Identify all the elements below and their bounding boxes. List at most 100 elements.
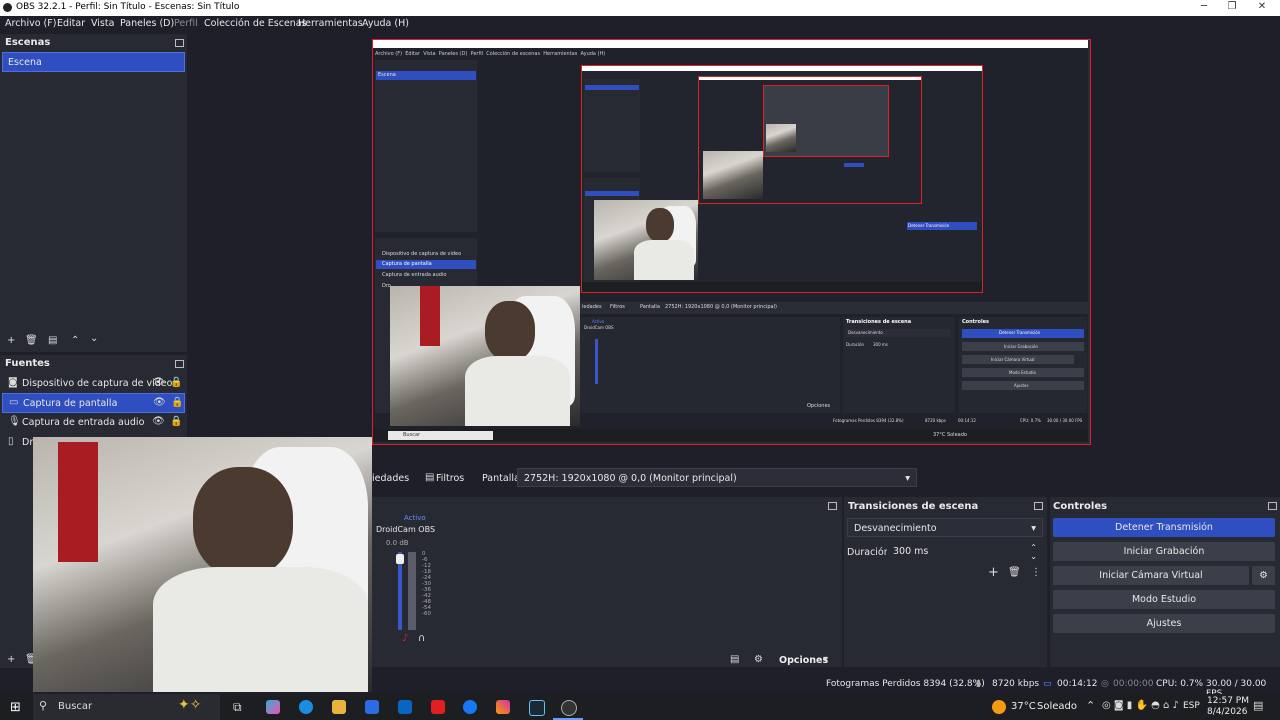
file-explorer-icon[interactable] bbox=[332, 700, 346, 714]
lock-icon[interactable]: 🔒 bbox=[170, 417, 182, 427]
eye-icon[interactable]: 👁 bbox=[153, 398, 166, 408]
source-item-screen[interactable]: ▭ Captura de pantalla 👁 🔒 bbox=[2, 393, 185, 413]
undock-icon[interactable] bbox=[1034, 502, 1043, 510]
webcam-capture bbox=[33, 437, 372, 692]
sparkle-icon: ✦✧ bbox=[178, 697, 202, 713]
search-icon: ⚲ bbox=[39, 699, 48, 712]
undock-icon[interactable] bbox=[1268, 502, 1277, 510]
outlook-icon[interactable] bbox=[398, 700, 412, 714]
tab-filters[interactable]: Filtros bbox=[436, 473, 464, 484]
menu-coleccion-escenas[interactable]: Colección de Escenas bbox=[204, 18, 307, 29]
menu-herramientas[interactable]: Herramientas bbox=[298, 18, 363, 29]
store-icon[interactable] bbox=[365, 700, 379, 714]
source-label: Dispositivo de captura de video bbox=[22, 378, 173, 389]
scene-item[interactable]: Escena bbox=[2, 52, 185, 72]
lock-icon[interactable]: 🔒 bbox=[170, 378, 182, 388]
instagram-icon[interactable] bbox=[496, 700, 510, 714]
scene-item-label: Escena bbox=[8, 57, 42, 68]
more-icon[interactable]: ⋮ bbox=[1031, 568, 1041, 578]
gear-icon[interactable]: ⚙ bbox=[754, 655, 763, 665]
camera-icon: ▯ bbox=[8, 436, 14, 447]
nested-webcam bbox=[390, 286, 580, 426]
eye-icon[interactable]: 👁 bbox=[152, 417, 165, 427]
add-icon[interactable]: + bbox=[7, 336, 15, 346]
move-down-icon[interactable]: ⌄ bbox=[90, 334, 98, 344]
chevron-down-icon: ▾ bbox=[905, 473, 910, 484]
layout-icon[interactable]: ▤ bbox=[730, 655, 739, 665]
source-item-audio[interactable]: 🎙 Captura de entrada audio 👁 🔒 bbox=[2, 413, 183, 431]
clock-date[interactable]: 8/4/2026 bbox=[1207, 707, 1247, 717]
settings-button[interactable]: Ajustes bbox=[1053, 614, 1275, 633]
undock-icon[interactable] bbox=[828, 502, 837, 510]
channel-name[interactable]: DroidCam OBS bbox=[376, 525, 435, 534]
move-up-icon[interactable]: ⌃ bbox=[71, 336, 79, 346]
nested-transitions: Transiciones de escena Desvanecimiento D… bbox=[843, 317, 955, 413]
mute-icon[interactable]: ♪ bbox=[402, 634, 408, 644]
nested-taskbar: Buscar 37°C Soleado bbox=[373, 429, 1088, 442]
eye-icon[interactable]: 👁 bbox=[152, 378, 165, 388]
taskbar-search[interactable]: ⚲ Buscar ✦✧ bbox=[33, 694, 220, 720]
facebook-icon[interactable] bbox=[463, 700, 477, 714]
add-icon[interactable]: + bbox=[988, 566, 999, 579]
active-label: Activo bbox=[404, 514, 426, 522]
record-icon: ◎ bbox=[1101, 679, 1109, 689]
microphone-icon: 🎙 bbox=[8, 416, 21, 427]
studio-mode-button[interactable]: Modo Estudio bbox=[1053, 590, 1275, 609]
menu-vista[interactable]: Vista bbox=[91, 18, 114, 29]
menu-perfil[interactable]: Perfil bbox=[174, 18, 198, 29]
menu-editar[interactable]: Editar bbox=[57, 18, 85, 29]
scenes-dock: Escenas Escena + 🗑 ▤ ⌃ ⌄ bbox=[0, 34, 187, 352]
nested-titlebar bbox=[373, 40, 1088, 48]
steam-icon[interactable] bbox=[529, 700, 545, 716]
virtual-camera-button[interactable]: Iniciar Cámara Virtual bbox=[1053, 566, 1249, 585]
display-select[interactable]: 2752H: 1920x1080 @ 0,0 (Monitor principa… bbox=[517, 468, 917, 487]
virtual-camera-settings-button[interactable]: ⚙ bbox=[1252, 566, 1275, 585]
menu-paneles[interactable]: Paneles (D) bbox=[120, 18, 174, 29]
record-time: 00:00:00 bbox=[1113, 679, 1154, 689]
chevron-down-icon[interactable]: ▾ bbox=[823, 655, 828, 665]
start-recording-button[interactable]: Iniciar Grabación bbox=[1053, 542, 1275, 561]
options-button[interactable]: Opciones bbox=[779, 655, 828, 666]
controls-header: Controles bbox=[1053, 501, 1108, 512]
edge-icon[interactable] bbox=[299, 700, 313, 714]
undock-icon[interactable] bbox=[175, 39, 184, 47]
windows-start-icon[interactable]: ⊞ bbox=[10, 700, 21, 715]
tab-properties[interactable]: iedades bbox=[372, 473, 409, 484]
transition-select[interactable]: Desvanecimiento ▾ bbox=[847, 518, 1043, 537]
youtube-icon[interactable] bbox=[431, 700, 445, 714]
screen-capture-source: Archivo (F) Editar Vista Paneles (D) Per… bbox=[373, 40, 1088, 442]
spin-down-icon: ⌄ bbox=[1030, 552, 1037, 561]
clock-time[interactable]: 12:57 PM bbox=[1207, 696, 1249, 706]
duration-spinbox[interactable]: 300 ms ⌃ ⌄ bbox=[887, 542, 1043, 561]
obs-taskbar-icon[interactable] bbox=[561, 700, 577, 716]
nested-preview: Detener Transmisión bbox=[581, 65, 983, 293]
notifications-icon[interactable]: ▤ bbox=[1253, 699, 1263, 712]
headphones-icon[interactable]: ∩ bbox=[418, 634, 425, 644]
stop-stream-button[interactable]: Detener Transmisión bbox=[1053, 518, 1275, 537]
menu-archivo[interactable]: Archivo (F) bbox=[5, 18, 56, 29]
lock-icon[interactable]: 🔒 bbox=[171, 398, 183, 408]
obs-logo-icon bbox=[3, 3, 12, 12]
program-preview[interactable]: Archivo (F) Editar Vista Paneles (D) Per… bbox=[372, 39, 1091, 445]
volume-slider[interactable] bbox=[396, 554, 404, 564]
minimize-icon[interactable]: ─ bbox=[1189, 1, 1219, 12]
trash-icon[interactable]: 🗑 bbox=[1008, 568, 1021, 578]
nested-mixer: Activo DroidCam OBS Opciones bbox=[580, 317, 840, 413]
add-icon[interactable]: + bbox=[7, 655, 15, 665]
filter-icon[interactable]: ▤ bbox=[48, 336, 57, 346]
menu-ayuda[interactable]: Ayuda (H) bbox=[362, 18, 409, 29]
copilot-icon[interactable] bbox=[266, 700, 280, 714]
stream-time: 00:14:12 bbox=[1057, 679, 1098, 689]
close-icon[interactable]: ✕ bbox=[1247, 1, 1277, 12]
language-indicator[interactable]: ESP bbox=[1183, 701, 1200, 711]
trash-icon[interactable]: 🗑 bbox=[25, 336, 38, 346]
scenes-header: Escenas bbox=[5, 37, 51, 48]
window-title: OBS 32.2.1 - Perfil: Sin Título - Escena… bbox=[16, 2, 240, 12]
source-item-video[interactable]: ◙ Dispositivo de captura de video 👁 🔒 bbox=[2, 374, 183, 392]
maximize-icon[interactable]: ❐ bbox=[1217, 1, 1247, 12]
controls-dock: Controles Detener Transmisión Iniciar Gr… bbox=[1050, 497, 1280, 667]
task-view-icon[interactable]: ⧉ bbox=[233, 700, 242, 715]
tray-icons[interactable]: ◎ ◙ ▮ ✋ ◓ ⌂ ♪ bbox=[1102, 700, 1179, 711]
chevron-up-icon[interactable]: ⌃ bbox=[1086, 699, 1095, 712]
undock-icon[interactable] bbox=[175, 360, 184, 368]
